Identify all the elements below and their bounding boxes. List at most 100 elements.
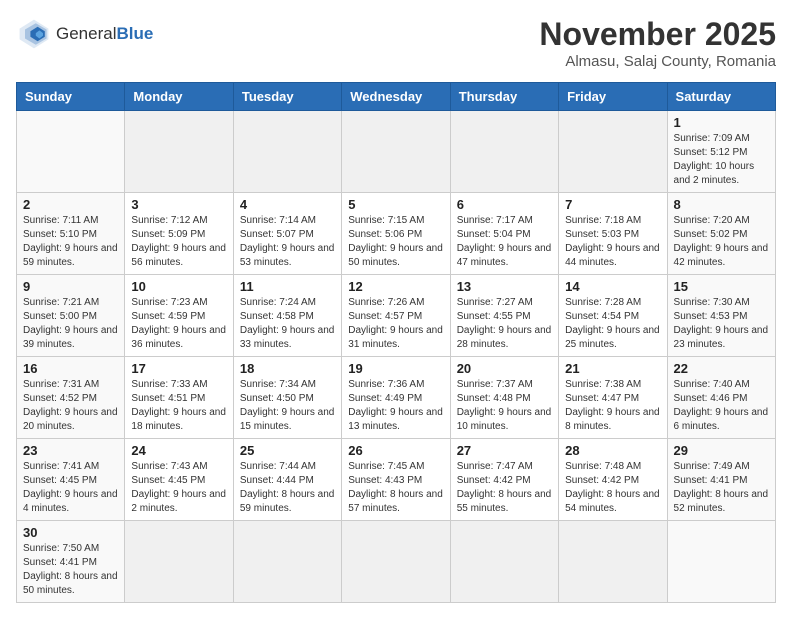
table-row: 1 Sunrise: 7:09 AM Sunset: 5:12 PM Daylig… xyxy=(667,111,775,193)
table-row: 23 Sunrise: 7:41 AM Sunset: 4:45 PM Dayli… xyxy=(17,439,125,521)
table-row: 22Sunrise: 7:40 AM Sunset: 4:46 PM Dayli… xyxy=(667,357,775,439)
page-header: GeneralBlue November 2025 Almasu, Salaj … xyxy=(16,16,776,70)
generalblue-logo-icon xyxy=(16,16,52,52)
day-number: 5 xyxy=(348,197,443,212)
table-row: 5Sunrise: 7:15 AM Sunset: 5:06 PM Daylig… xyxy=(342,193,450,275)
day-info: Sunrise: 7:26 AM Sunset: 4:57 PM Dayligh… xyxy=(348,296,443,352)
day-info: Sunrise: 7:45 AM Sunset: 4:43 PM Dayligh… xyxy=(348,460,443,516)
day-number: 1 xyxy=(674,115,769,130)
table-row: 21 Sunrise: 7:38 AM Sunset: 4:47 PM Dayli… xyxy=(559,357,667,439)
logo: GeneralBlue xyxy=(16,16,153,52)
table-row: 27 Sunrise: 7:47 AM Sunset: 4:42 PM Dayli… xyxy=(450,439,558,521)
day-info: Sunrise: 7:21 AM Sunset: 5:00 PM Dayligh… xyxy=(23,296,118,352)
location-subtitle: Almasu, Salaj County, Romania xyxy=(539,53,776,70)
day-info: Sunrise: 7:24 AM Sunset: 4:58 PM Dayligh… xyxy=(240,296,335,352)
day-number: 25 xyxy=(240,443,335,458)
day-info: Sunrise: 7:30 AM Sunset: 4:53 PM Dayligh… xyxy=(674,296,769,352)
header-saturday: Saturday xyxy=(667,83,775,111)
day-info: Sunrise: 7:11 AM Sunset: 5:10 PM Dayligh… xyxy=(23,214,118,270)
table-row: 28Sunrise: 7:48 AM Sunset: 4:42 PM Dayli… xyxy=(559,439,667,521)
day-info: Sunrise: 7:17 AM Sunset: 5:04 PM Dayligh… xyxy=(457,214,552,270)
day-number: 15 xyxy=(674,279,769,294)
table-row: 12 Sunrise: 7:26 AM Sunset: 4:57 PM Dayli… xyxy=(342,275,450,357)
day-number: 13 xyxy=(457,279,552,294)
day-info: Sunrise: 7:38 AM Sunset: 4:47 PM Dayligh… xyxy=(565,378,660,434)
calendar-title-area: November 2025 Almasu, Salaj County, Roma… xyxy=(539,16,776,70)
header-thursday: Thursday xyxy=(450,83,558,111)
header-sunday: Sunday xyxy=(17,83,125,111)
day-number: 27 xyxy=(457,443,552,458)
day-number: 2 xyxy=(23,197,118,212)
day-number: 8 xyxy=(674,197,769,212)
day-number: 23 xyxy=(23,443,118,458)
day-info: Sunrise: 7:41 AM Sunset: 4:45 PM Dayligh… xyxy=(23,460,118,516)
table-row xyxy=(559,521,667,603)
day-number: 17 xyxy=(131,361,226,376)
header-friday: Friday xyxy=(559,83,667,111)
day-info: Sunrise: 7:23 AM Sunset: 4:59 PM Dayligh… xyxy=(131,296,226,352)
day-info: Sunrise: 7:34 AM Sunset: 4:50 PM Dayligh… xyxy=(240,378,335,434)
header-wednesday: Wednesday xyxy=(342,83,450,111)
table-row xyxy=(125,521,233,603)
table-row xyxy=(233,521,341,603)
day-info: Sunrise: 7:27 AM Sunset: 4:55 PM Dayligh… xyxy=(457,296,552,352)
table-row: 10Sunrise: 7:23 AM Sunset: 4:59 PM Dayli… xyxy=(125,275,233,357)
day-number: 26 xyxy=(348,443,443,458)
day-info: Sunrise: 7:36 AM Sunset: 4:49 PM Dayligh… xyxy=(348,378,443,434)
calendar-table: Sunday Monday Tuesday Wednesday Thursday… xyxy=(16,82,776,603)
week-row-2: 9Sunrise: 7:21 AM Sunset: 5:00 PM Daylig… xyxy=(17,275,776,357)
table-row: 19 Sunrise: 7:36 AM Sunset: 4:49 PM Dayli… xyxy=(342,357,450,439)
header-tuesday: Tuesday xyxy=(233,83,341,111)
table-row: 15 Sunrise: 7:30 AM Sunset: 4:53 PM Dayli… xyxy=(667,275,775,357)
day-info: Sunrise: 7:49 AM Sunset: 4:41 PM Dayligh… xyxy=(674,460,769,516)
day-info: Sunrise: 7:20 AM Sunset: 5:02 PM Dayligh… xyxy=(674,214,769,270)
day-number: 30 xyxy=(23,525,118,540)
day-number: 4 xyxy=(240,197,335,212)
table-row: 13 Sunrise: 7:27 AM Sunset: 4:55 PM Dayli… xyxy=(450,275,558,357)
table-row xyxy=(342,111,450,193)
table-row xyxy=(450,521,558,603)
day-info: Sunrise: 7:18 AM Sunset: 5:03 PM Dayligh… xyxy=(565,214,660,270)
day-info: Sunrise: 7:50 AM Sunset: 4:41 PM Dayligh… xyxy=(23,542,118,598)
table-row: 3Sunrise: 7:12 AM Sunset: 5:09 PM Daylig… xyxy=(125,193,233,275)
day-number: 7 xyxy=(565,197,660,212)
table-row: 2 Sunrise: 7:11 AM Sunset: 5:10 PM Daylig… xyxy=(17,193,125,275)
day-number: 14 xyxy=(565,279,660,294)
table-row: 9Sunrise: 7:21 AM Sunset: 5:00 PM Daylig… xyxy=(17,275,125,357)
day-info: Sunrise: 7:43 AM Sunset: 4:45 PM Dayligh… xyxy=(131,460,226,516)
day-number: 19 xyxy=(348,361,443,376)
table-row xyxy=(17,111,125,193)
week-row-0: 1 Sunrise: 7:09 AM Sunset: 5:12 PM Daylig… xyxy=(17,111,776,193)
week-row-3: 16 Sunrise: 7:31 AM Sunset: 4:52 PM Dayli… xyxy=(17,357,776,439)
day-info: Sunrise: 7:14 AM Sunset: 5:07 PM Dayligh… xyxy=(240,214,335,270)
day-info: Sunrise: 7:33 AM Sunset: 4:51 PM Dayligh… xyxy=(131,378,226,434)
table-row xyxy=(233,111,341,193)
table-row: 4 Sunrise: 7:14 AM Sunset: 5:07 PM Daylig… xyxy=(233,193,341,275)
day-info: Sunrise: 7:44 AM Sunset: 4:44 PM Dayligh… xyxy=(240,460,335,516)
day-number: 6 xyxy=(457,197,552,212)
day-number: 24 xyxy=(131,443,226,458)
month-title: November 2025 xyxy=(539,16,776,53)
day-number: 12 xyxy=(348,279,443,294)
table-row: 26 Sunrise: 7:45 AM Sunset: 4:43 PM Dayli… xyxy=(342,439,450,521)
table-row: 6 Sunrise: 7:17 AM Sunset: 5:04 PM Daylig… xyxy=(450,193,558,275)
day-number: 20 xyxy=(457,361,552,376)
day-info: Sunrise: 7:47 AM Sunset: 4:42 PM Dayligh… xyxy=(457,460,552,516)
day-info: Sunrise: 7:28 AM Sunset: 4:54 PM Dayligh… xyxy=(565,296,660,352)
table-row: 24 Sunrise: 7:43 AM Sunset: 4:45 PM Dayli… xyxy=(125,439,233,521)
logo-text: GeneralBlue xyxy=(56,25,153,44)
table-row: 29Sunrise: 7:49 AM Sunset: 4:41 PM Dayli… xyxy=(667,439,775,521)
day-number: 11 xyxy=(240,279,335,294)
table-row xyxy=(342,521,450,603)
day-info: Sunrise: 7:40 AM Sunset: 4:46 PM Dayligh… xyxy=(674,378,769,434)
calendar-header-row: Sunday Monday Tuesday Wednesday Thursday… xyxy=(17,83,776,111)
day-info: Sunrise: 7:09 AM Sunset: 5:12 PM Dayligh… xyxy=(674,132,769,188)
day-info: Sunrise: 7:31 AM Sunset: 4:52 PM Dayligh… xyxy=(23,378,118,434)
day-number: 18 xyxy=(240,361,335,376)
table-row: 14 Sunrise: 7:28 AM Sunset: 4:54 PM Dayli… xyxy=(559,275,667,357)
day-number: 21 xyxy=(565,361,660,376)
table-row xyxy=(125,111,233,193)
header-monday: Monday xyxy=(125,83,233,111)
week-row-1: 2 Sunrise: 7:11 AM Sunset: 5:10 PM Daylig… xyxy=(17,193,776,275)
day-number: 16 xyxy=(23,361,118,376)
